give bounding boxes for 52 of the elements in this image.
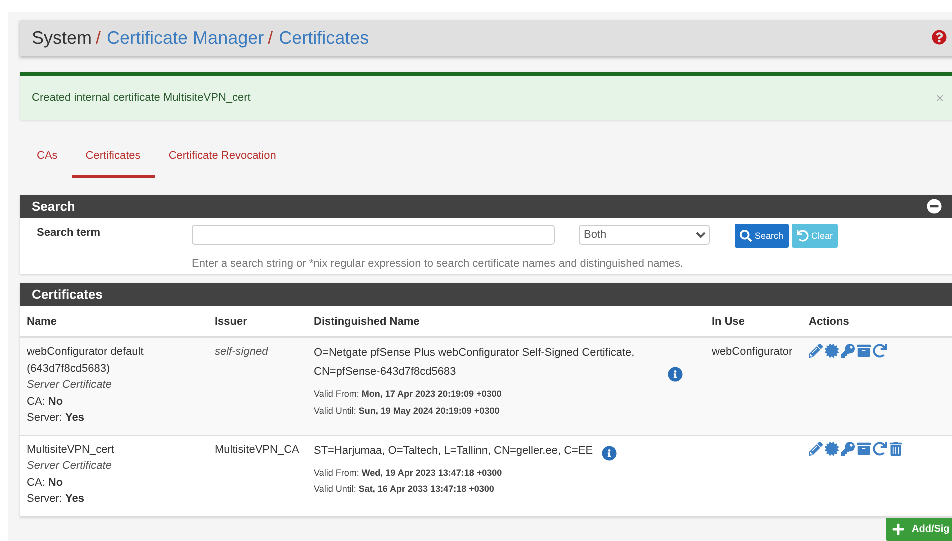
edit-icon[interactable] (809, 442, 823, 456)
info-icon[interactable] (602, 446, 618, 460)
tab[interactable]: Certificate Revocation (154, 140, 290, 178)
breadcrumb-separator: / (96, 28, 102, 48)
certificate-name: MultisiteVPN_cert (27, 442, 116, 458)
in-use-text: webConfigurator (712, 345, 794, 360)
delete-icon[interactable] (889, 442, 903, 456)
certificate-type: Server Certificate (27, 378, 113, 393)
redo-icon[interactable] (873, 442, 887, 456)
info-icon[interactable] (668, 367, 683, 382)
plus-icon (892, 523, 905, 536)
edit-icon[interactable] (809, 344, 823, 358)
valid-from: Valid From: Wed, 19 Apr 2023 13:47:18 +0300 (314, 466, 504, 480)
certificate-icon[interactable] (825, 442, 839, 456)
certificate-type: Server Certificate (27, 459, 113, 474)
archive-icon[interactable] (857, 344, 871, 358)
server-label: Server: Yes (27, 492, 86, 507)
breadcrumb-separator: / (268, 28, 274, 48)
issuer-text: self-signed (215, 345, 270, 360)
certificate-icon[interactable] (825, 344, 839, 358)
help-text: Enter a search string or *nix regular expression to search certificate names and distinguished names. (191, 257, 685, 272)
issuer-text: MultisiteVPN_CA (215, 442, 299, 458)
ca-label: CA: No (27, 476, 64, 490)
scope-select[interactable]: Both (579, 225, 710, 245)
panel-title: Certificates (32, 287, 103, 302)
alert-message: Created internal certificate MultisiteVPN_cert (32, 92, 251, 104)
certificate-name: webConfigurator default (643d7f8cd5683) (27, 345, 145, 376)
valid-from: Valid From: Mon, 17 Apr 2023 20:19:09 +0300 (314, 388, 503, 401)
field-label: Search term (37, 226, 102, 239)
panel-title: Search (32, 199, 76, 214)
redo-icon[interactable] (873, 344, 887, 358)
add-sign-button[interactable]: Add/Sig (886, 518, 952, 541)
valid-until: Valid Until: Sat, 16 Apr 2033 13:47:18 +0300 (314, 483, 496, 496)
tab[interactable]: Certificates (72, 140, 155, 178)
distinguished-name: ST=Harjumaa, O=Taltech, L=Tallinn, CN=geller.ee, C=EE (314, 444, 594, 458)
search-icon (740, 230, 752, 242)
undo-icon (796, 230, 809, 242)
breadcrumb-link[interactable]: Certificate Manager (107, 28, 264, 48)
archive-icon[interactable] (857, 442, 871, 456)
key-icon[interactable] (841, 344, 855, 358)
distinguished-name: O=Netgate pfSense Plus webConfigurator Self-Signed Certificate, CN=pfSense-643d7f8cd5683 (314, 346, 636, 380)
breadcrumb-link[interactable]: Certificates (279, 28, 370, 48)
search-field[interactable] (192, 225, 555, 245)
help-icon[interactable] (932, 30, 947, 45)
collapse-icon[interactable] (927, 199, 942, 214)
key-icon[interactable] (841, 442, 855, 456)
valid-until: Valid Until: Sun, 19 May 2024 20:19:09 +0300 (314, 404, 501, 418)
ca-label: CA: No (27, 394, 64, 410)
breadcrumb-text: System (32, 28, 92, 48)
tab[interactable]: CAs (23, 140, 72, 178)
search-button[interactable]: Search (735, 224, 789, 248)
server-label: Server: Yes (27, 411, 86, 426)
